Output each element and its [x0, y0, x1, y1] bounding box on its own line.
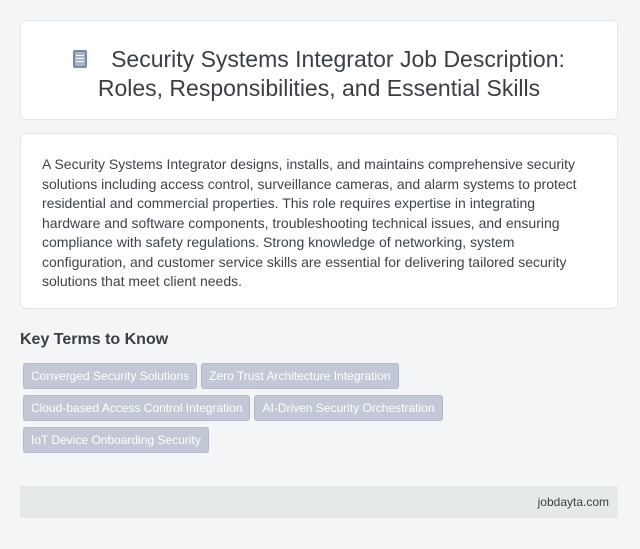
document-icon: [73, 50, 88, 68]
tag-zero-trust-architecture-integration[interactable]: Zero Trust Architecture Integration: [201, 363, 399, 389]
tag-cloud-based-access-control-integration[interactable]: Cloud-based Access Control Integration: [23, 395, 251, 421]
title-card: Security Systems Integrator Job Descript…: [20, 20, 618, 120]
page-title-line-2: Roles, Responsibilities, and Essential S…: [97, 75, 541, 101]
footer-site-link[interactable]: jobdayta.com: [538, 495, 609, 509]
page-title-line-1: Security Systems Integrator Job Descript…: [111, 46, 565, 72]
tag-iot-device-onboarding-security[interactable]: IoT Device Onboarding Security: [23, 427, 209, 453]
tag-converged-security-solutions[interactable]: Converged Security Solutions: [23, 363, 198, 389]
description-text: A Security Systems Integrator designs, i…: [42, 156, 577, 289]
footer: jobdayta.com: [20, 486, 618, 518]
tag-row: Cloud-based Access Control Integration AI…: [23, 395, 503, 427]
tag-row: IoT Device Onboarding Security: [23, 427, 503, 459]
key-terms-heading: Key Terms to Know: [20, 331, 169, 348]
key-terms-list: Converged Security Solutions Zero Trust A…: [23, 363, 503, 459]
tag-ai-driven-security-orchestration[interactable]: AI-Driven Security Orchestration: [254, 395, 443, 421]
page-title: Security Systems Integrator Job Descript…: [21, 45, 617, 103]
description-card: A Security Systems Integrator designs, i…: [20, 133, 618, 309]
tag-row: Converged Security Solutions Zero Trust A…: [23, 363, 503, 395]
